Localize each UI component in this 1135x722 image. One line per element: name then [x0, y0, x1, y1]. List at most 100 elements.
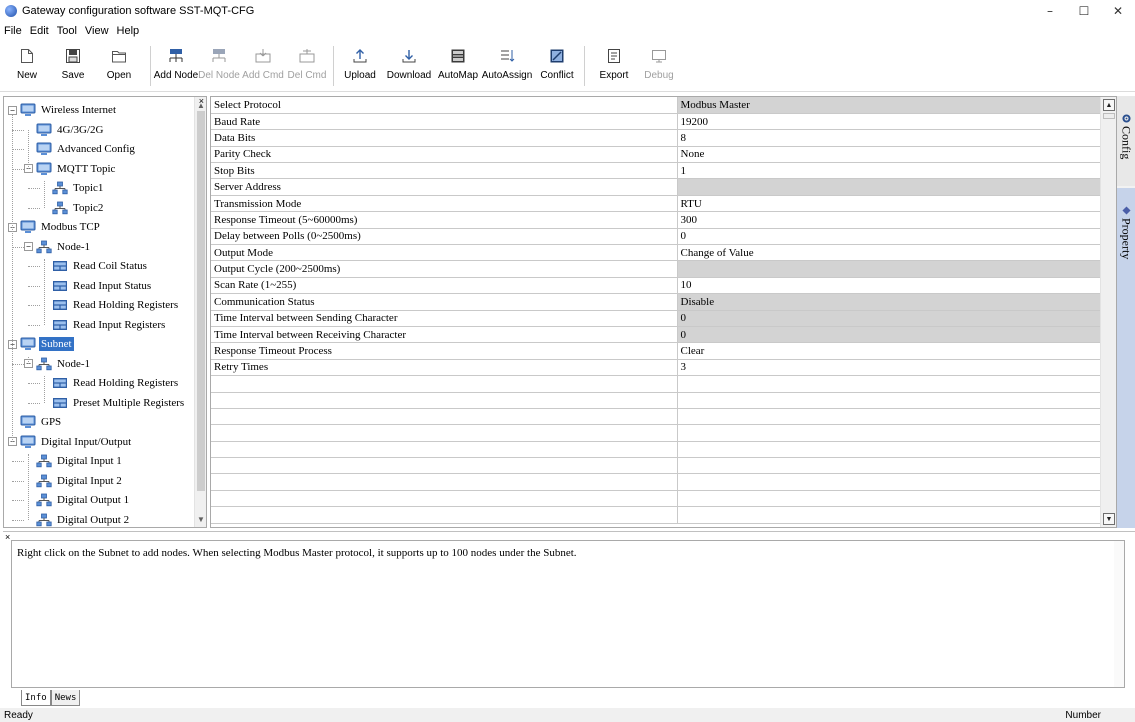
tree-scroll-thumb[interactable] [197, 111, 205, 491]
property-row[interactable]: Data Bits 8 [211, 129, 1102, 147]
toolbar-save-button[interactable]: Save [54, 44, 92, 90]
toolbar-automap-button[interactable]: AutoMap [436, 44, 480, 90]
property-row[interactable]: Server Address [211, 178, 1102, 196]
property-value[interactable]: Disable [677, 293, 1102, 311]
maximize-button[interactable]: ☐ [1067, 0, 1101, 22]
toolbar-export-button[interactable]: Export [589, 44, 639, 90]
tree-item[interactable]: Digital Input 1 [36, 452, 124, 470]
tree-item[interactable]: Read Holding Registers [52, 296, 180, 314]
toolbar-conflict-button[interactable]: Conflict [534, 44, 580, 90]
tree-collapse-icon[interactable]: − [8, 105, 17, 115]
tree-item[interactable]: Preset Multiple Registers [52, 394, 186, 412]
grid-scrollbar[interactable]: ▲ ▼ [1100, 97, 1116, 527]
property-row[interactable]: Retry Times 3 [211, 359, 1102, 377]
toolbar-download-button[interactable]: Download [382, 44, 436, 90]
property-row[interactable]: Stop Bits 1 [211, 162, 1102, 180]
property-value[interactable]: None [677, 146, 1102, 164]
property-row[interactable]: Output Cycle (200~2500ms) [211, 260, 1102, 278]
menu-edit[interactable]: Edit [30, 25, 49, 37]
menu-help[interactable]: Help [117, 25, 140, 37]
toolbar-button-label: Add Cmd [242, 70, 284, 81]
toolbar-open-button[interactable]: Open [92, 44, 146, 90]
tree-item[interactable]: − Wireless Internet [8, 101, 118, 119]
property-row[interactable]: Communication Status Disable [211, 293, 1102, 311]
property-value[interactable]: RTU [677, 195, 1102, 213]
tree-item[interactable]: Read Holding Registers [52, 374, 180, 392]
property-value[interactable]: 8 [677, 129, 1102, 147]
title-bar: Gateway configuration software SST-MQT-C… [0, 0, 1135, 22]
toolbar-debug-button[interactable]: Debug [639, 44, 679, 90]
tree-item[interactable]: − Node-1 [24, 355, 92, 373]
property-value[interactable]: 3 [677, 359, 1102, 377]
property-row[interactable]: Response Timeout Process Clear [211, 342, 1102, 360]
toolbar-upload-button[interactable]: Upload [338, 44, 382, 90]
register-icon [52, 298, 68, 312]
tab-news[interactable]: News [50, 690, 81, 706]
tree-item-label: Read Input Status [73, 279, 152, 292]
tree-item[interactable]: Digital Output 1 [36, 491, 131, 509]
toolbar-autoassign-button[interactable]: AutoAssign [480, 44, 534, 90]
property-value[interactable]: 19200 [677, 113, 1102, 131]
tab-config[interactable]: Config [1117, 96, 1135, 186]
info-panel-close-icon[interactable]: × [5, 532, 10, 542]
tab-property[interactable]: Property [1117, 188, 1135, 528]
property-value[interactable]: Modbus Master [677, 97, 1102, 114]
property-value[interactable]: Change of Value [677, 244, 1102, 262]
tree-item[interactable]: − Digital Input/Output [8, 433, 133, 451]
toolbar-del-cmd-button[interactable]: Del Cmd [285, 44, 329, 90]
property-row[interactable]: Select Protocol Modbus Master [211, 97, 1102, 114]
tree-item[interactable]: Read Input Registers [52, 316, 167, 334]
property-row[interactable]: Output Mode Change of Value [211, 244, 1102, 262]
property-row[interactable]: Scan Rate (1~255) 10 [211, 277, 1102, 295]
property-row[interactable]: Delay between Polls (0~2500ms) 0 [211, 228, 1102, 246]
property-value[interactable]: 0 [677, 310, 1102, 327]
menu-view[interactable]: View [85, 25, 109, 37]
toolbar-new-button[interactable]: New [0, 44, 54, 90]
property-key: Stop Bits [211, 162, 678, 180]
tree-scrollbar[interactable]: ▲ ▼ [194, 97, 206, 527]
tree-item[interactable]: − Subnet [8, 335, 74, 353]
empty-cell [211, 506, 678, 524]
property-row[interactable]: Response Timeout (5~60000ms) 300 [211, 211, 1102, 229]
tree-item[interactable]: Topic2 [52, 199, 105, 217]
grid-scroll-down-icon[interactable]: ▼ [1103, 513, 1115, 525]
property-row[interactable]: Baud Rate 19200 [211, 113, 1102, 131]
tree-item[interactable]: − Node-1 [24, 238, 92, 256]
tree-item[interactable]: − MQTT Topic [24, 160, 117, 178]
close-button[interactable]: ✕ [1101, 0, 1135, 22]
grid-scroll-up-icon[interactable]: ▲ [1103, 99, 1115, 111]
tree-panel-close-icon[interactable]: × [199, 97, 204, 106]
property-row[interactable]: Parity Check None [211, 146, 1102, 164]
menu-tool[interactable]: Tool [57, 25, 77, 37]
property-row[interactable]: Time Interval between Sending Character 0 [211, 310, 1102, 327]
minimize-button[interactable]: – [1033, 0, 1067, 22]
toolbar-add-cmd-button[interactable]: Add Cmd [241, 44, 285, 90]
property-value[interactable]: 300 [677, 211, 1102, 229]
tree-item[interactable]: Digital Input 2 [36, 472, 124, 490]
menu-file[interactable]: File [4, 25, 22, 37]
tree-item[interactable]: Topic1 [52, 179, 105, 197]
toolbar-add-node-button[interactable]: Add Node [154, 44, 198, 90]
property-value[interactable] [677, 178, 1102, 196]
toolbar-del-node-button[interactable]: Del Node [197, 44, 241, 90]
property-value[interactable]: 0 [677, 326, 1102, 344]
property-row[interactable]: Transmission Mode RTU [211, 195, 1102, 213]
tree-item[interactable]: 4G/3G/2G [36, 121, 105, 139]
tree-item[interactable]: Advanced Config [36, 140, 137, 158]
property-value[interactable]: 1 [677, 162, 1102, 180]
property-value[interactable]: Clear [677, 342, 1102, 360]
property-row[interactable]: Time Interval between Receiving Characte… [211, 326, 1102, 344]
property-value[interactable]: 0 [677, 228, 1102, 246]
property-value[interactable]: 10 [677, 277, 1102, 295]
tree-item[interactable]: − Modbus TCP [8, 218, 102, 236]
tree-item[interactable]: Read Input Status [52, 277, 153, 295]
info-scrollbar[interactable] [1114, 541, 1124, 687]
tree-item[interactable]: GPS [20, 413, 63, 431]
scroll-down-icon[interactable]: ▼ [195, 513, 206, 525]
property-value[interactable] [677, 260, 1102, 278]
tree-item[interactable]: Read Coil Status [52, 257, 149, 275]
tree-item[interactable]: Digital Output 2 [36, 511, 131, 528]
tab-info[interactable]: Info [21, 690, 51, 706]
grid-scroll-thumb[interactable] [1103, 113, 1115, 119]
tree-collapse-icon[interactable]: − [24, 242, 33, 251]
